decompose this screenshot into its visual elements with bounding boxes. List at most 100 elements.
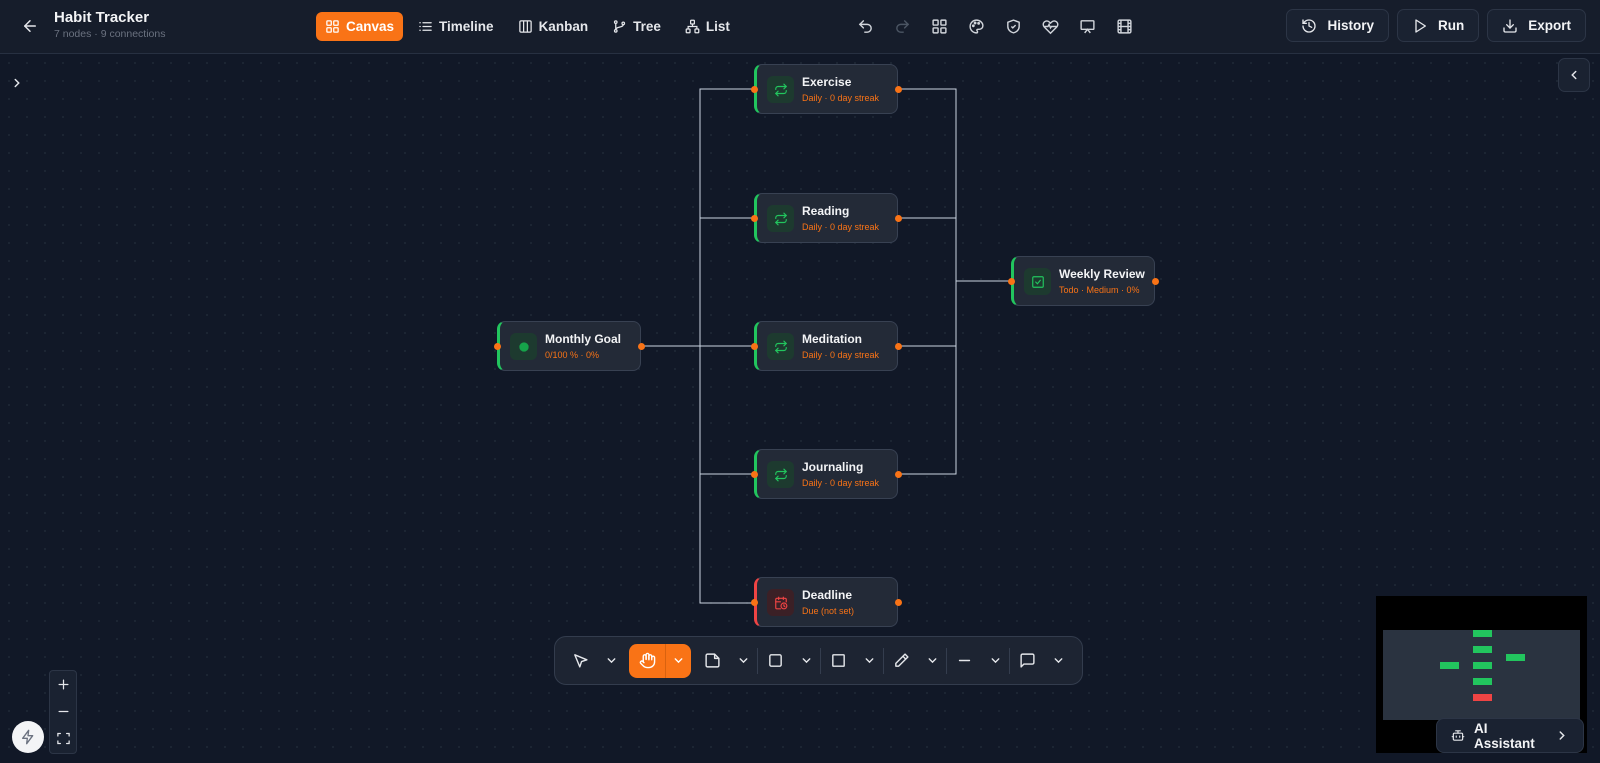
history-button[interactable]: History	[1286, 9, 1389, 42]
output-port[interactable]	[895, 343, 902, 350]
node-subtitle: Daily · 0 day streak	[802, 478, 880, 488]
tab-kanban[interactable]: Kanban	[509, 12, 598, 41]
node-subtitle: Daily · 0 day streak	[802, 222, 880, 232]
branch-icon	[613, 20, 626, 33]
grid-icon	[326, 20, 339, 33]
title-block: Habit Tracker 7 nodes · 9 connections	[54, 9, 166, 40]
film-icon[interactable]	[1112, 14, 1136, 38]
heart-pulse-icon[interactable]	[1038, 14, 1062, 38]
minimap-viewport[interactable]	[1383, 630, 1580, 720]
app-subtitle: 7 nodes · 9 connections	[54, 28, 166, 40]
back-arrow-icon[interactable]	[18, 14, 42, 38]
target-dot-icon	[510, 333, 537, 360]
chevron-down-icon[interactable]	[792, 644, 820, 678]
node-title: Journaling	[802, 460, 864, 474]
node-meditation[interactable]: Meditation Daily · 0 day streak	[751, 321, 902, 371]
redo-icon[interactable]	[890, 14, 914, 38]
history-label: History	[1327, 18, 1374, 33]
chevron-down-icon[interactable]	[665, 643, 691, 678]
minimap-node	[1473, 694, 1492, 701]
node-monthly-goal[interactable]: Monthly Goal 0/100 % · 0%	[494, 321, 645, 371]
output-port[interactable]	[895, 471, 902, 478]
node-reading[interactable]: Reading Daily · 0 day streak	[751, 193, 902, 243]
minimap-node	[1473, 646, 1492, 653]
node-journaling[interactable]: Journaling Daily · 0 day streak	[751, 449, 902, 499]
output-port[interactable]	[895, 86, 902, 93]
pen-icon[interactable]	[884, 644, 918, 678]
input-port[interactable]	[751, 599, 758, 606]
comment-icon[interactable]	[1010, 644, 1044, 678]
input-port[interactable]	[494, 343, 501, 350]
fit-view-icon[interactable]	[50, 725, 76, 752]
minimap-node	[1473, 630, 1492, 637]
input-port[interactable]	[751, 471, 758, 478]
output-port[interactable]	[895, 215, 902, 222]
presentation-icon[interactable]	[1075, 14, 1099, 38]
output-port[interactable]	[638, 343, 645, 350]
input-port[interactable]	[751, 86, 758, 93]
zoom-in-icon[interactable]	[50, 671, 76, 698]
sticky-note-icon[interactable]	[695, 644, 729, 678]
node-title: Exercise	[802, 75, 852, 89]
frame-icon[interactable]	[758, 644, 792, 678]
chevron-down-icon[interactable]	[1044, 644, 1072, 678]
chevron-right-icon[interactable]	[8, 74, 26, 92]
node-title: Reading	[802, 204, 850, 218]
input-port[interactable]	[751, 343, 758, 350]
rectangle-icon[interactable]	[821, 644, 855, 678]
hand-tool-group	[629, 643, 691, 678]
chevron-left-icon	[1571, 70, 1577, 80]
undo-icon[interactable]	[853, 14, 877, 38]
ai-assistant-label: AI Assistant	[1473, 720, 1535, 751]
play-icon	[1415, 18, 1426, 33]
tab-canvas[interactable]: Canvas	[316, 12, 404, 41]
tab-list-label: List	[705, 19, 730, 34]
input-port[interactable]	[751, 215, 758, 222]
layout-grid-icon[interactable]	[927, 14, 951, 38]
node-title: Weekly Review	[1059, 267, 1145, 281]
node-subtitle: Daily · 0 day streak	[802, 93, 880, 103]
tab-list[interactable]: List	[676, 12, 739, 41]
node-exercise[interactable]: Exercise Daily · 0 day streak	[751, 64, 902, 114]
chevron-down-icon[interactable]	[597, 644, 625, 678]
zoom-controls	[49, 670, 77, 754]
minimap-node	[1473, 662, 1492, 669]
palette-icon[interactable]	[964, 14, 988, 38]
bot-icon	[1451, 730, 1465, 741]
output-port[interactable]	[1152, 278, 1159, 285]
zoom-out-icon[interactable]	[50, 698, 76, 725]
node-title: Monthly Goal	[545, 332, 621, 346]
chevron-down-icon[interactable]	[981, 644, 1009, 678]
tab-tree[interactable]: Tree	[603, 12, 670, 41]
repeat-icon	[767, 333, 794, 360]
app-title: Habit Tracker	[54, 9, 150, 26]
minimap-node	[1506, 654, 1525, 661]
node-deadline[interactable]: Deadline Due (not set)	[751, 577, 902, 627]
chevron-down-icon[interactable]	[918, 644, 946, 678]
ai-assistant-button[interactable]: AI Assistant	[1436, 718, 1584, 753]
pointer-icon[interactable]	[563, 644, 597, 678]
output-port[interactable]	[895, 599, 902, 606]
tab-timeline[interactable]: Timeline	[409, 12, 503, 41]
node-subtitle: Daily · 0 day streak	[802, 350, 880, 360]
run-button[interactable]: Run	[1396, 9, 1480, 42]
input-port[interactable]	[1008, 278, 1015, 285]
repeat-icon	[767, 461, 794, 488]
line-icon[interactable]	[947, 644, 981, 678]
chevron-down-icon[interactable]	[855, 644, 883, 678]
node-weekly-review[interactable]: Weekly Review Todo · Medium · 0%	[1008, 256, 1159, 306]
tab-kanban-label: Kanban	[538, 19, 589, 34]
panel-toggle-button[interactable]	[1558, 58, 1590, 92]
chevron-right-icon	[1559, 731, 1565, 740]
tab-canvas-label: Canvas	[346, 19, 395, 34]
chevron-down-icon[interactable]	[729, 644, 757, 678]
node-subtitle: Due (not set)	[802, 606, 855, 616]
bolt-icon[interactable]	[12, 721, 44, 753]
repeat-icon	[767, 76, 794, 103]
columns-icon	[518, 20, 532, 33]
shield-icon[interactable]	[1001, 14, 1025, 38]
hand-icon[interactable]	[629, 644, 665, 678]
export-button[interactable]: Export	[1487, 9, 1586, 42]
calendar-clock-icon	[767, 589, 794, 616]
run-label: Run	[1437, 18, 1465, 33]
